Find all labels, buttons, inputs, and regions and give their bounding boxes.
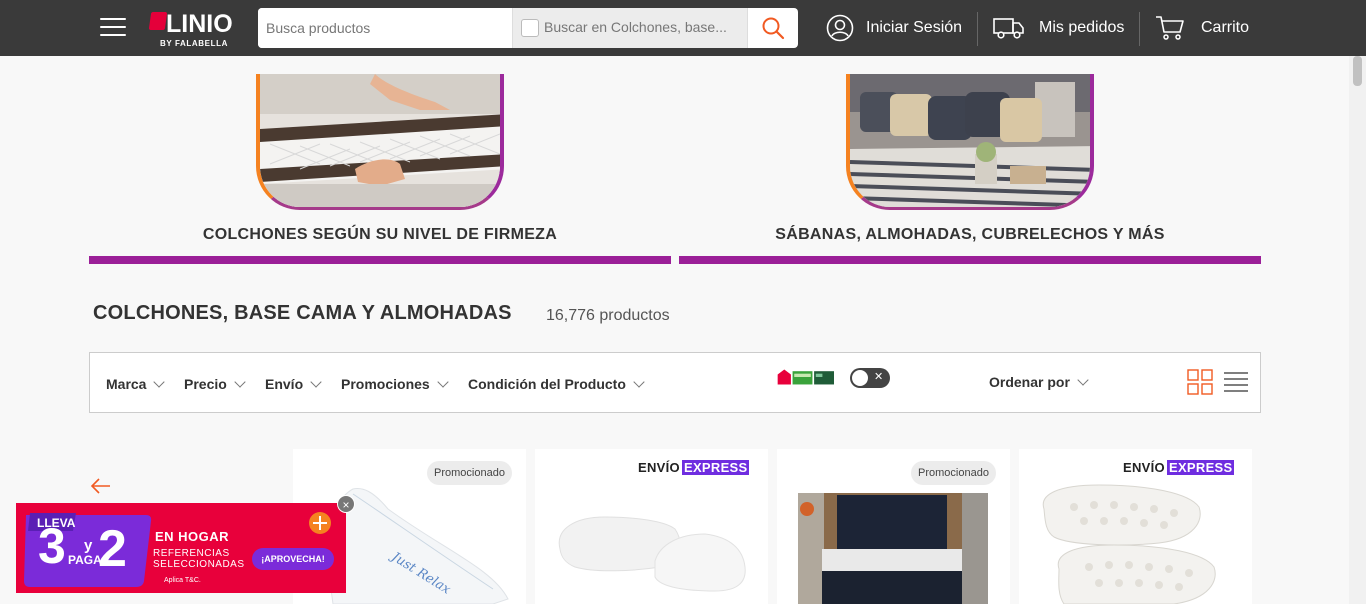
linio-logo[interactable]: LINIO BY FALABELLA	[148, 9, 242, 49]
chevron-down-icon	[633, 375, 645, 388]
logo-bag-icon	[148, 12, 168, 30]
search-input[interactable]	[258, 8, 512, 48]
banner-two: 2	[98, 520, 127, 578]
mattress-image	[256, 74, 504, 210]
search-scope-toggle[interactable]: Buscar en Colchones, base...	[512, 8, 748, 48]
truck-icon	[993, 18, 1024, 39]
chevron-down-icon	[1077, 373, 1089, 386]
page-scrollbar[interactable]	[1349, 56, 1366, 604]
promo-banner[interactable]: LLEVA 3 y PAGA 2 EN HOGAR REFERENCIAS SE…	[16, 503, 346, 593]
product-image	[1042, 484, 1216, 604]
search-icon	[762, 17, 785, 40]
category-underline	[89, 256, 671, 264]
banner-y: y	[84, 537, 93, 554]
category-label: SÁBANAS, ALMOHADAS, CUBRELECHOS Y MÁS	[775, 226, 1165, 243]
top-navigation-bar: LINIO BY FALABELLA Buscar en Colchones, …	[0, 0, 1366, 56]
product-image	[558, 516, 746, 592]
sort-dropdown[interactable]: Ordenar por	[989, 373, 1089, 390]
product-card[interactable]: ENVÍO EXPRESS	[1019, 449, 1252, 604]
banner-paga: PAGA	[68, 553, 102, 567]
cmr-toggle[interactable]: ✕	[850, 368, 890, 388]
category-label: COLCHONES SEGÚN SU NIVEL DE FIRMEZA	[202, 226, 558, 243]
filter-bar: Marca Precio Envío Promociones Condición…	[89, 352, 1261, 413]
arrow-left-icon[interactable]	[90, 476, 112, 496]
login-link[interactable]: Iniciar Sesión	[826, 0, 962, 56]
banner-three: 3	[38, 518, 66, 574]
orders-label: Mis pedidos	[1039, 19, 1125, 36]
category-card-bedding[interactable]: SÁBANAS, ALMOHADAS, CUBRELECHOS Y MÁS	[679, 56, 1261, 264]
filter-condicion[interactable]: Condición del Producto	[468, 375, 645, 392]
cart-link[interactable]: Carrito	[1155, 0, 1249, 56]
product-card[interactable]: ENVÍO EXPRESS	[535, 449, 768, 604]
banner-terms: Aplica T&C.	[164, 577, 201, 584]
page-title: COLCHONES, BASE CAMA Y ALMOHADAS	[93, 302, 512, 324]
search-button[interactable]	[748, 8, 798, 48]
nav-divider	[977, 12, 978, 46]
product-count: 16,776 productos	[546, 307, 670, 324]
chevron-down-icon	[437, 375, 449, 388]
banner-line3: SELECCIONADAS	[153, 559, 245, 570]
scope-label: Buscar en Colchones, base...	[544, 19, 727, 35]
cart-icon	[1156, 16, 1184, 40]
filter-promociones[interactable]: Promociones	[341, 375, 449, 392]
bedding-image	[846, 74, 1094, 210]
product-image	[798, 493, 988, 604]
chevron-down-icon	[234, 375, 246, 388]
hamburger-menu-icon[interactable]	[100, 18, 126, 38]
product-card[interactable]: Promocionado	[777, 449, 1010, 604]
banner-line1: EN HOGAR	[155, 529, 230, 544]
search-box: Buscar en Colchones, base...	[258, 8, 798, 48]
nav-divider	[1139, 12, 1140, 46]
listing-header: COLCHONES, BASE CAMA Y ALMOHADAS 16,776 …	[93, 302, 670, 325]
grid-view-icon[interactable]	[1187, 369, 1213, 395]
login-label: Iniciar Sesión	[866, 19, 963, 36]
cart-label: Carrito	[1201, 19, 1250, 36]
toggle-knob	[852, 370, 868, 386]
user-icon	[826, 14, 854, 42]
chevron-down-icon	[153, 375, 166, 388]
banner-cta-button[interactable]: ¡APROVECHA!	[252, 548, 334, 570]
payment-cards-logos	[777, 369, 834, 385]
logo-text: LINIO	[166, 10, 233, 38]
list-view-icon[interactable]	[1223, 371, 1249, 393]
logo-subtitle: BY FALABELLA	[160, 39, 228, 48]
filter-marca[interactable]: Marca	[106, 375, 166, 392]
category-underline	[679, 256, 1261, 264]
category-card-firmness[interactable]: COLCHONES SEGÚN SU NIVEL DE FIRMEZA	[89, 56, 671, 264]
filter-envio[interactable]: Envío	[265, 375, 322, 392]
close-icon: ✕	[874, 371, 884, 383]
scope-checkbox[interactable]	[521, 19, 539, 37]
scroll-thumb[interactable]	[1353, 56, 1362, 86]
banner-close-button[interactable]: ×	[337, 495, 355, 513]
filter-precio[interactable]: Precio	[184, 375, 246, 392]
chevron-down-icon	[310, 375, 322, 388]
banner-line2: REFERENCIAS	[153, 548, 230, 559]
orders-link[interactable]: Mis pedidos	[993, 0, 1124, 56]
